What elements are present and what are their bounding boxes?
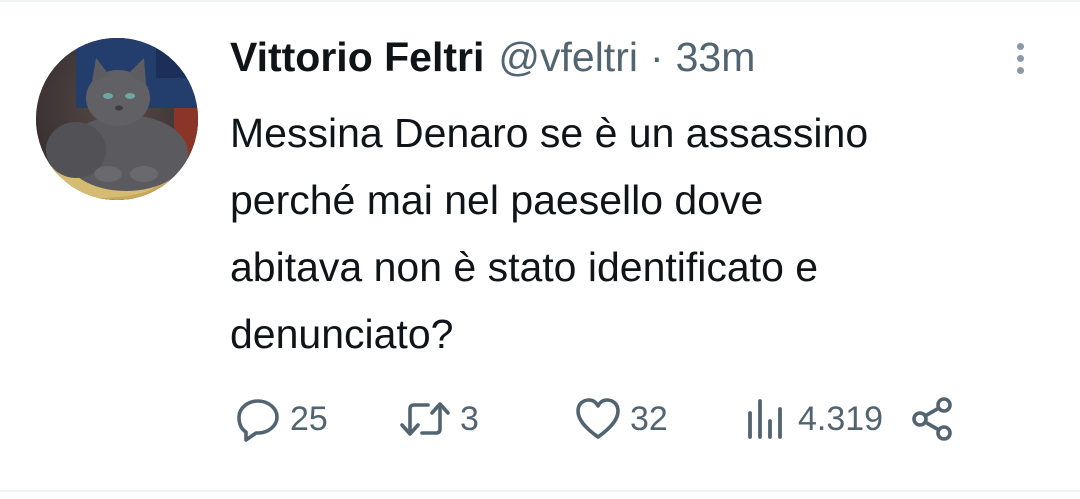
more-dot [1016,54,1024,62]
tweet-header: Vittorio Feltri @vfeltri · 33m [230,34,755,86]
views-count: 4.319 [798,399,884,438]
heart-icon [576,398,620,439]
reply-button[interactable]: 25 [234,394,328,444]
views-chart-icon [748,399,782,439]
more-dot [1016,42,1024,50]
tweet-timestamp[interactable]: 33m [676,34,756,81]
cat-avatar-image [36,38,198,200]
share-icon [912,397,952,441]
avatar[interactable] [36,38,198,200]
retweet-count: 3 [460,399,479,438]
top-divider [0,0,1080,2]
bottom-divider [0,490,1080,492]
reply-icon [237,399,279,442]
author-display-name[interactable]: Vittorio Feltri [230,34,484,81]
author-handle[interactable]: @vfeltri [498,34,638,81]
tweet-actions-bar: 25 3 32 4.319 [0,394,1080,444]
retweet-icon [400,402,450,436]
share-button[interactable] [908,394,956,444]
retweet-button[interactable]: 3 [398,394,479,444]
more-vertical-icon[interactable] [1004,38,1036,78]
like-button[interactable]: 32 [574,394,668,444]
header-separator: · [649,34,664,80]
tweet-text: Messina Denaro se è un assassino perché … [230,110,869,357]
tweet-card[interactable]: Vittorio Feltri @vfeltri · 33m Messina D… [0,0,1080,499]
views-button[interactable]: 4.319 [742,394,883,444]
more-dot [1016,66,1024,74]
like-count: 32 [630,399,668,438]
reply-count: 25 [290,399,328,438]
